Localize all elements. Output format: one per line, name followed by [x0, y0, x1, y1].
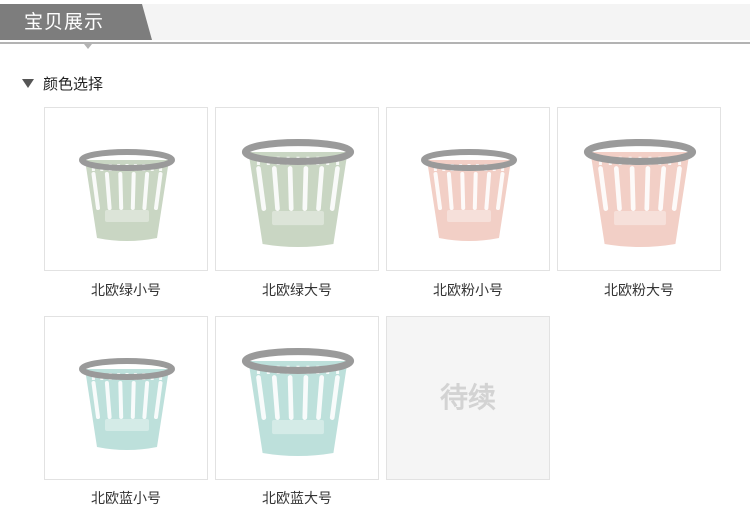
- header-tab: 宝贝展示: [0, 4, 152, 40]
- product-caption[interactable]: 北欧粉大号: [556, 280, 722, 300]
- trash-bin-icon: [421, 149, 517, 241]
- color-selection-label: 颜色选择: [22, 72, 103, 94]
- section-title: 颜色选择: [43, 74, 104, 93]
- trash-bin-icon: [79, 149, 175, 241]
- page-title: 宝贝展示: [24, 11, 105, 33]
- trash-bin-icon: [241, 139, 355, 248]
- product-card-pink-large[interactable]: [557, 107, 721, 271]
- triangle-down-icon: [22, 78, 34, 88]
- product-card-pink-small[interactable]: [386, 107, 550, 271]
- product-caption[interactable]: 北欧粉小号: [385, 280, 551, 300]
- trash-bin-icon: [79, 358, 175, 450]
- header-notch-icon: [84, 44, 92, 49]
- product-caption[interactable]: 北欧绿小号: [43, 280, 209, 300]
- product-card-green-small[interactable]: [44, 107, 208, 271]
- product-caption[interactable]: 北欧绿大号: [214, 280, 380, 300]
- product-caption[interactable]: 北欧蓝小号: [43, 488, 209, 508]
- header-divider: [0, 42, 750, 44]
- placeholder-label: 待续: [439, 381, 496, 414]
- trash-bin-icon: [583, 139, 697, 248]
- placeholder-card: 待续: [386, 316, 550, 480]
- product-card-blue-large[interactable]: [215, 316, 379, 480]
- product-caption[interactable]: 北欧蓝大号: [214, 488, 380, 508]
- product-card-green-large[interactable]: [215, 107, 379, 271]
- trash-bin-icon: [241, 348, 355, 457]
- product-card-blue-small[interactable]: [44, 316, 208, 480]
